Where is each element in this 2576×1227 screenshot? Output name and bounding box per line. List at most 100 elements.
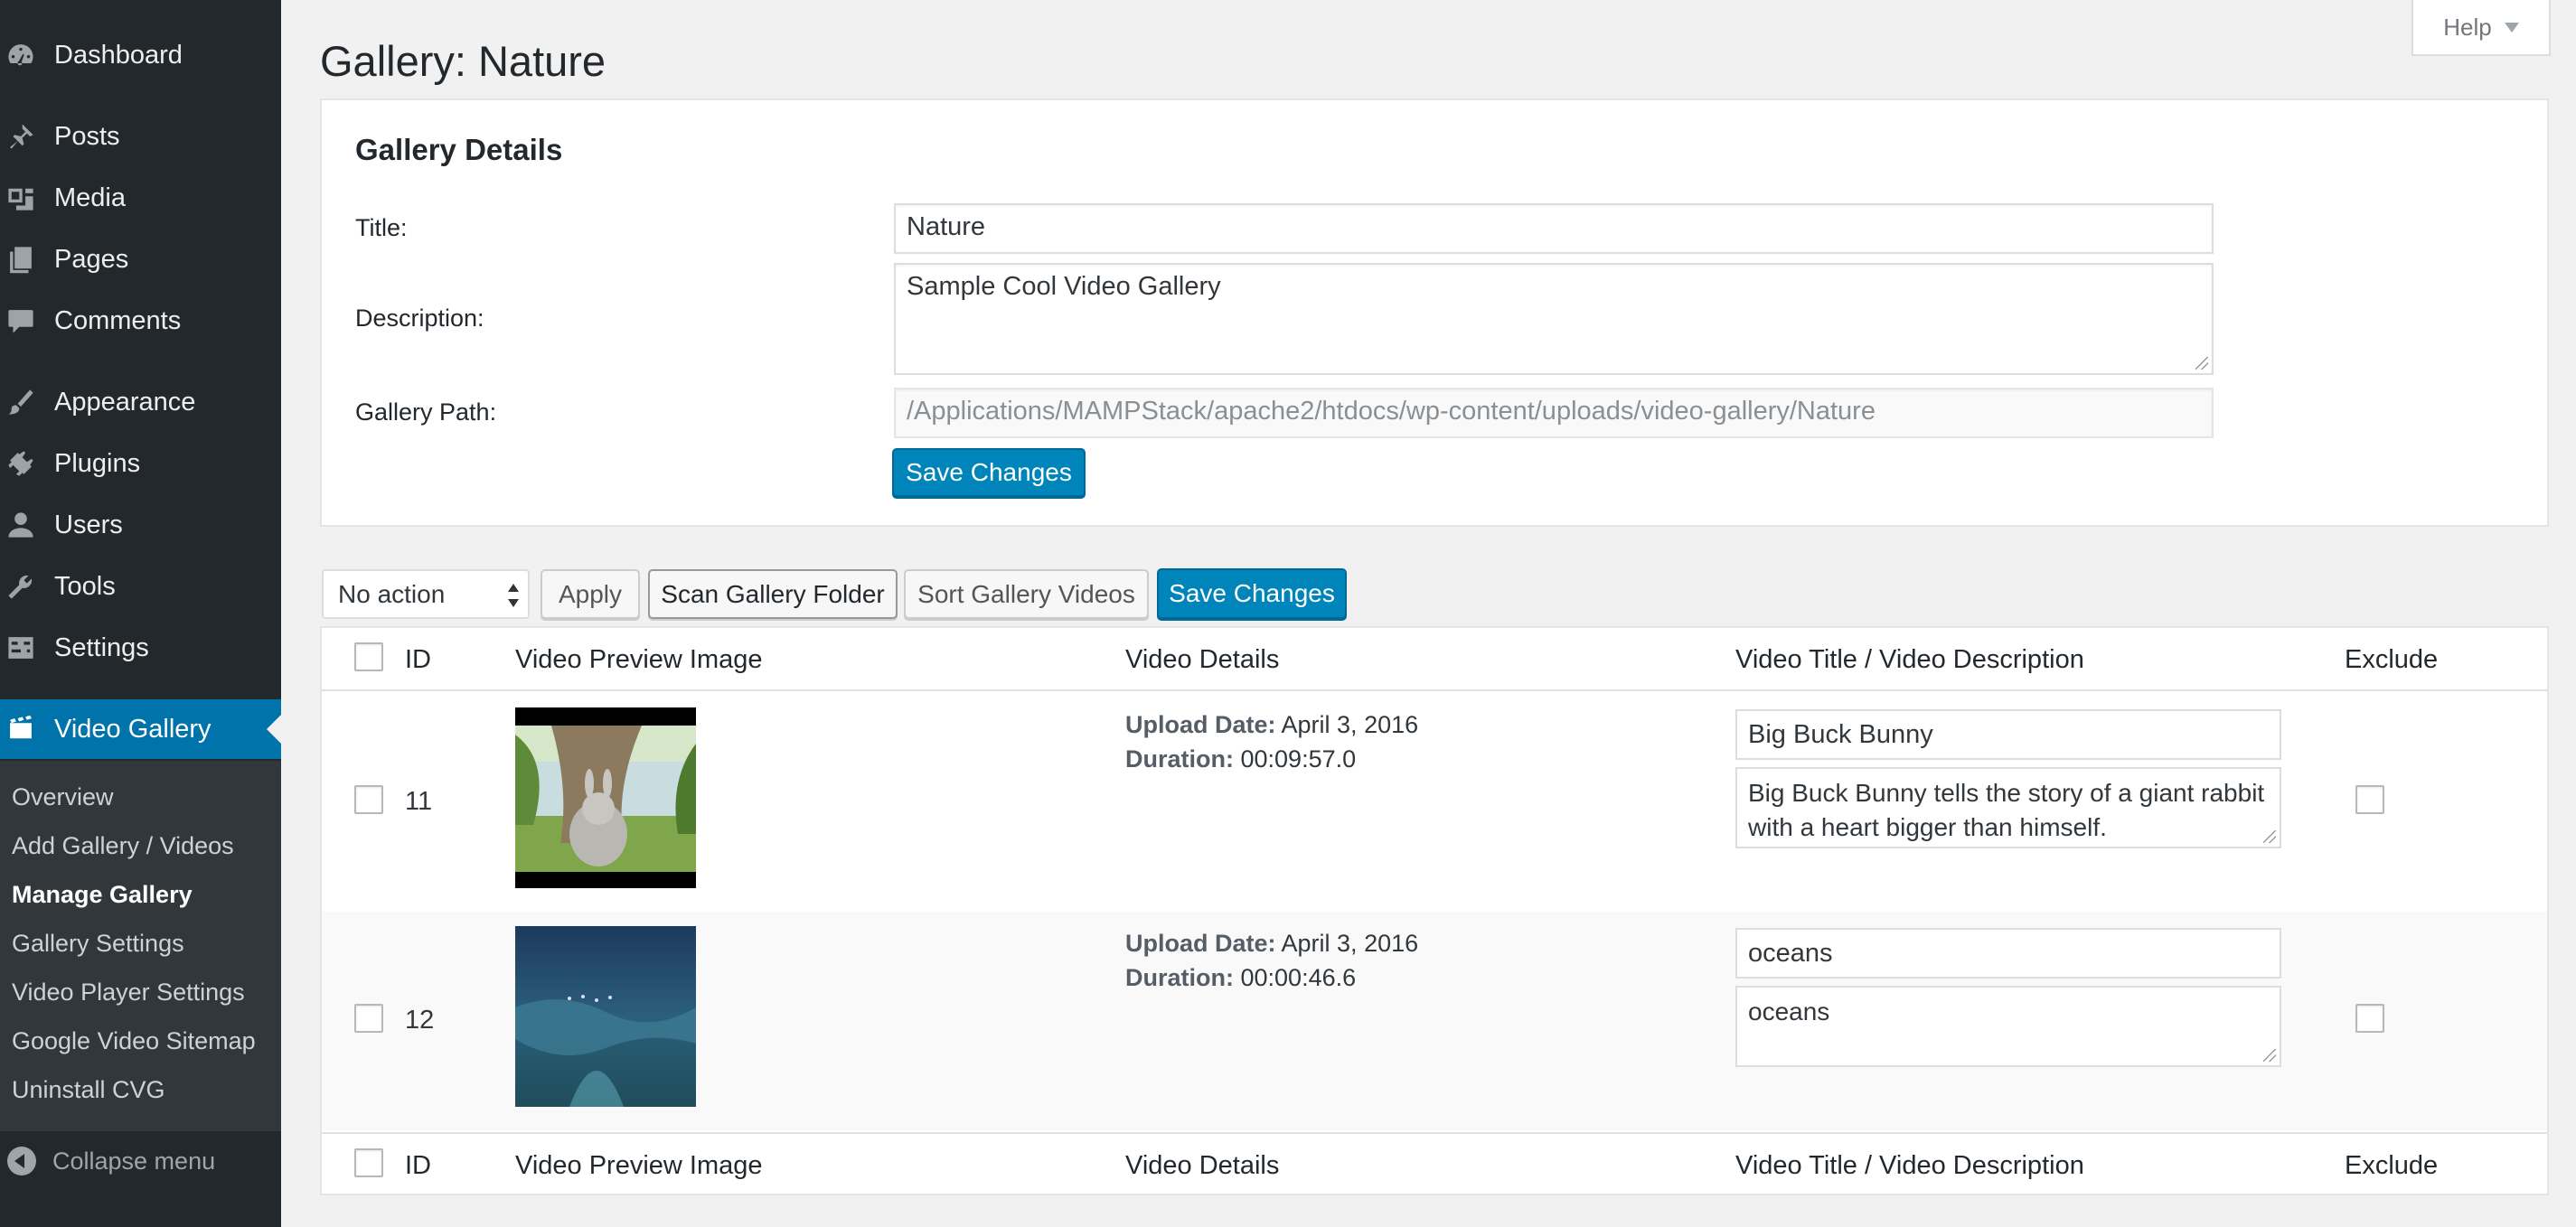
user-icon — [0, 495, 54, 555]
title-label: Title: — [355, 214, 408, 241]
collapse-menu-button[interactable]: Collapse menu — [0, 1140, 281, 1182]
menu-item-label: Tools — [54, 571, 116, 601]
menu-item-settings[interactable]: Settings — [0, 618, 281, 678]
menu-item-label: Users — [54, 510, 123, 539]
row-select-checkbox[interactable] — [354, 1004, 383, 1033]
video-preview-image[interactable] — [515, 707, 696, 888]
upload-date-value: April 3, 2016 — [1281, 711, 1419, 738]
duration-label: Duration: — [1125, 964, 1234, 991]
upload-date-label: Upload Date: — [1125, 711, 1276, 738]
exclude-checkbox[interactable] — [2355, 1004, 2384, 1033]
column-header-id[interactable]: ID — [405, 628, 431, 691]
select-arrows-icon — [508, 584, 519, 607]
menu-item-dashboard[interactable]: Dashboard — [0, 25, 281, 85]
help-tab-button[interactable]: Help — [2411, 0, 2551, 56]
menu-item-media[interactable]: Media — [0, 168, 281, 228]
video-title-input[interactable]: Big Buck Bunny — [1735, 709, 2281, 760]
resize-grip-icon[interactable] — [2195, 357, 2208, 370]
resize-grip-icon[interactable] — [2263, 830, 2276, 843]
submenu-item-video-sitemap[interactable]: Google Video Sitemap — [12, 1023, 256, 1059]
duration-value: 00:09:57.0 — [1240, 745, 1357, 773]
collapse-menu-label: Collapse menu — [52, 1147, 216, 1175]
dashboard-icon — [0, 25, 54, 85]
menu-item-label: Pages — [54, 244, 129, 274]
video-title-input[interactable]: oceans — [1735, 928, 2281, 979]
menu-item-posts[interactable]: Posts — [0, 107, 281, 166]
media-icon — [0, 168, 54, 228]
submenu-item-gallery-settings[interactable]: Gallery Settings — [12, 925, 184, 961]
submenu-item-uninstall[interactable]: Uninstall CVG — [12, 1072, 165, 1108]
menu-item-tools[interactable]: Tools — [0, 557, 281, 616]
videos-table: ID Video Preview Image Video Details Vid… — [320, 626, 2549, 1195]
column-footer-title-description: Video Title / Video Description — [1735, 1151, 2084, 1180]
menu-item-label: Settings — [54, 632, 149, 662]
table-footer: ID Video Preview Image Video Details Vid… — [322, 1132, 2547, 1195]
pages-icon — [0, 229, 54, 289]
comment-icon — [0, 291, 54, 351]
select-all-checkbox[interactable] — [354, 1148, 383, 1177]
table-row: 12 Upload Date: April 3, 2016 Duration: … — [322, 912, 2547, 1130]
menu-item-label: Video Gallery — [54, 714, 212, 744]
sort-gallery-videos-button[interactable]: Sort Gallery Videos — [904, 569, 1149, 619]
brush-icon — [0, 372, 54, 432]
menu-item-plugins[interactable]: Plugins — [0, 434, 281, 493]
column-footer-details: Video Details — [1125, 1151, 1280, 1180]
help-label: Help — [2443, 13, 2492, 41]
duration-label: Duration: — [1125, 745, 1234, 773]
apply-button[interactable]: Apply — [541, 569, 640, 619]
bulk-action-select[interactable]: No action — [322, 569, 530, 619]
column-footer-id[interactable]: ID — [405, 1134, 431, 1197]
video-description-textarea[interactable]: Big Buck Bunny tells the story of a gian… — [1735, 767, 2281, 848]
admin-sidebar: Dashboard Posts Media Pages Comments App… — [0, 0, 281, 1227]
menu-item-label: Appearance — [54, 387, 196, 417]
menu-item-video-gallery[interactable]: Video Gallery — [0, 699, 281, 759]
menu-item-comments[interactable]: Comments — [0, 291, 281, 351]
gallery-title-input[interactable]: Nature — [894, 203, 2214, 254]
save-changes-button[interactable]: Save Changes — [1157, 568, 1347, 619]
menu-item-label: Plugins — [54, 448, 141, 478]
gallery-details-panel: Gallery Details Title: Nature Descriptio… — [320, 98, 2549, 527]
video-details: Upload Date: April 3, 2016 Duration: 00:… — [1125, 707, 1418, 776]
description-text: Sample Cool Video Gallery — [907, 272, 1221, 301]
gallery-path-label: Gallery Path: — [355, 398, 497, 426]
submenu-item-manage-gallery[interactable]: Manage Gallery — [12, 876, 193, 913]
row-select-checkbox[interactable] — [354, 785, 383, 814]
column-header-title-description: Video Title / Video Description — [1735, 645, 2084, 674]
table-header: ID Video Preview Image Video Details Vid… — [322, 628, 2547, 691]
gallery-description-textarea[interactable]: Sample Cool Video Gallery — [894, 263, 2214, 375]
menu-item-users[interactable]: Users — [0, 495, 281, 555]
video-id: 11 — [405, 787, 433, 816]
menu-item-label: Posts — [54, 121, 120, 151]
menu-item-pages[interactable]: Pages — [0, 229, 281, 289]
select-all-checkbox[interactable] — [354, 642, 383, 671]
menu-item-label: Media — [54, 183, 126, 212]
wrench-icon — [0, 557, 54, 616]
video-gallery-submenu: Overview Add Gallery / Videos Manage Gal… — [0, 761, 281, 1131]
exclude-checkbox[interactable] — [2355, 785, 2384, 814]
video-description-textarea[interactable]: oceans — [1735, 986, 2281, 1067]
menu-item-label: Dashboard — [54, 40, 183, 70]
video-preview-image[interactable] — [515, 926, 696, 1107]
plug-icon — [0, 434, 54, 493]
menu-item-label: Comments — [54, 305, 182, 335]
submenu-item-player-settings[interactable]: Video Player Settings — [12, 974, 245, 1010]
submenu-item-overview[interactable]: Overview — [12, 779, 114, 815]
video-icon — [0, 699, 54, 759]
bulk-action-value: No action — [338, 579, 446, 608]
menu-item-appearance[interactable]: Appearance — [0, 372, 281, 432]
submenu-item-add-gallery[interactable]: Add Gallery / Videos — [12, 828, 234, 864]
resize-grip-icon[interactable] — [2263, 1049, 2276, 1062]
column-header-exclude: Exclude — [2345, 645, 2439, 674]
scan-gallery-folder-button[interactable]: Scan Gallery Folder — [648, 569, 898, 619]
video-id: 12 — [405, 1006, 435, 1035]
save-details-button[interactable]: Save Changes — [892, 448, 1086, 497]
upload-date-value: April 3, 2016 — [1281, 930, 1419, 957]
column-header-details: Video Details — [1125, 645, 1280, 674]
caret-down-icon — [2504, 22, 2519, 33]
collapse-arrow-icon — [7, 1147, 36, 1175]
table-row: 11 Upload Date: April 3, 2016 Duration: … — [322, 693, 2547, 912]
settings-icon — [0, 618, 54, 678]
column-footer-exclude: Exclude — [2345, 1151, 2439, 1180]
video-description-text: Big Buck Bunny tells the story of a gian… — [1748, 779, 2265, 841]
gallery-details-heading: Gallery Details — [355, 133, 563, 166]
